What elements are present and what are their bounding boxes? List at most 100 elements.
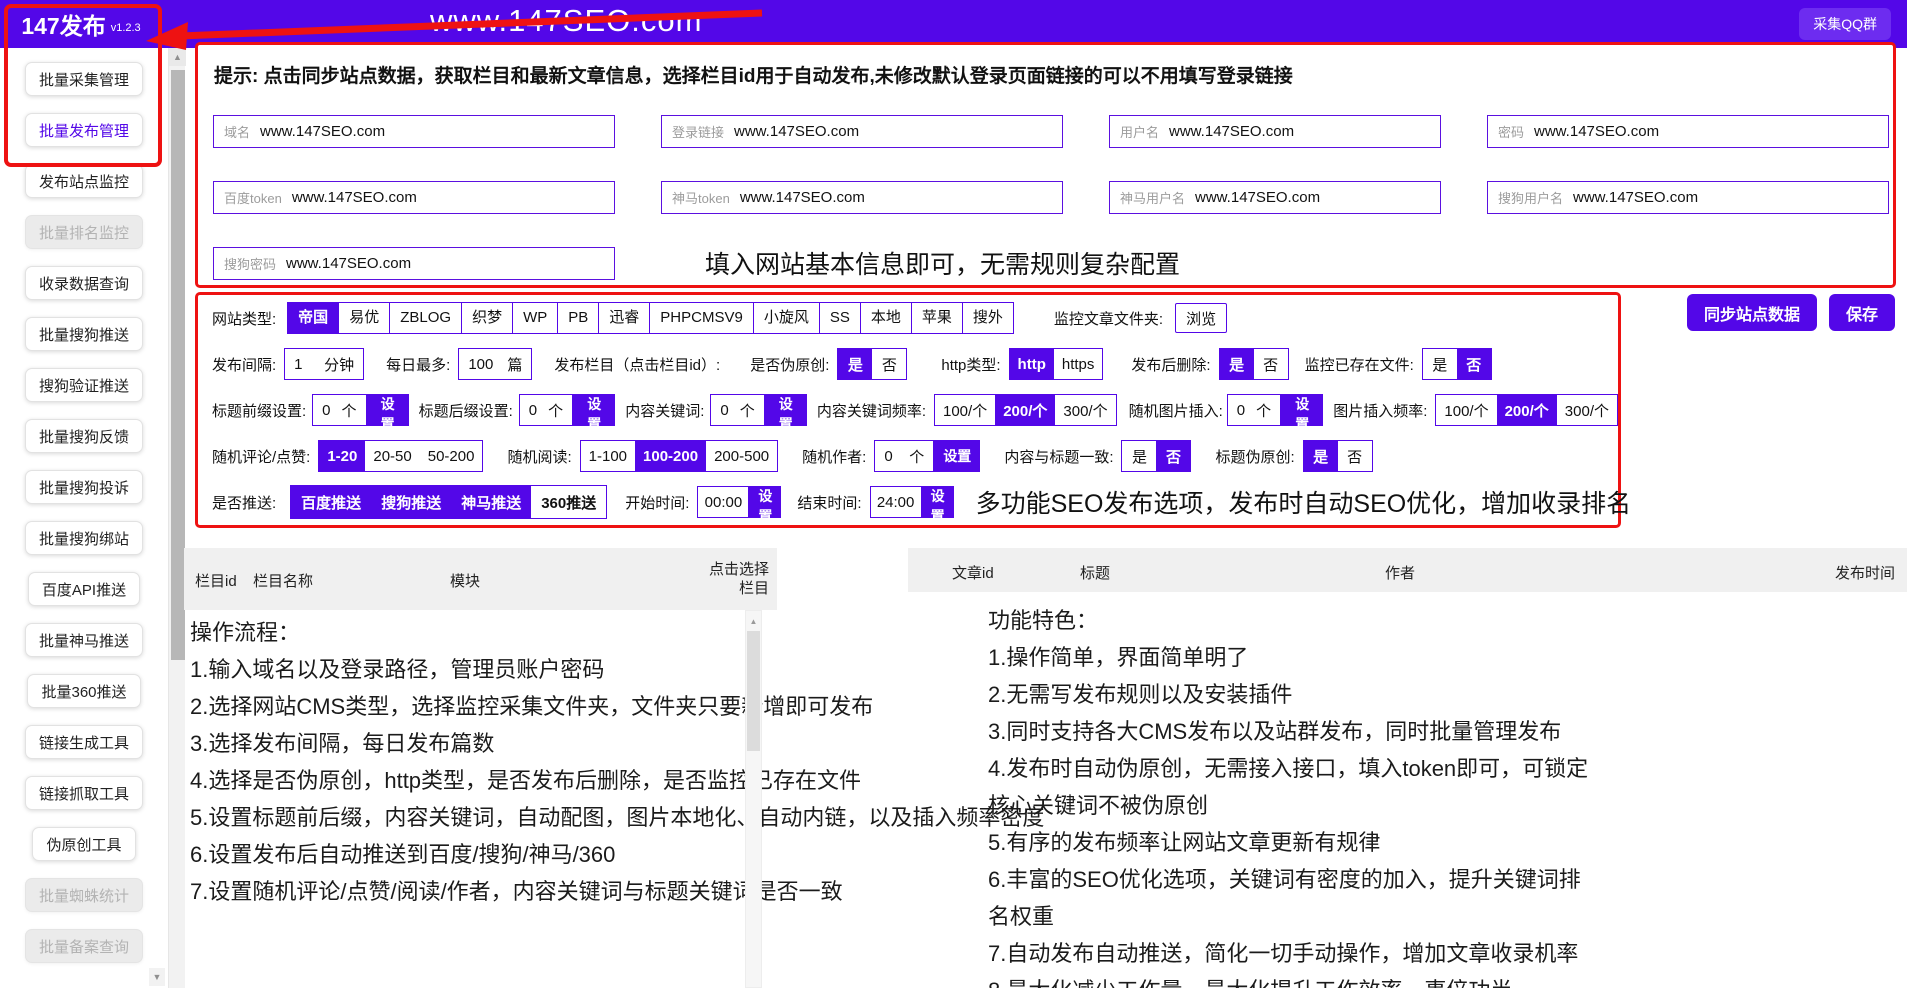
range-option[interactable]: 1-20 bbox=[319, 441, 365, 471]
scroll-up-icon[interactable]: ▲ bbox=[169, 48, 186, 66]
main-scrollbar-thumb[interactable] bbox=[171, 70, 185, 660]
sidebar-item[interactable]: 收录数据查询 bbox=[25, 266, 143, 300]
sidebar-item[interactable]: 发布站点监控 bbox=[25, 164, 143, 198]
image-frequency-options: 100/个200/个300/个 bbox=[1435, 394, 1618, 426]
range-option[interactable]: 100-200 bbox=[635, 441, 706, 471]
text-input[interactable]: 百度token www.147SEO.com bbox=[213, 181, 615, 214]
publish-settings-section: 网站类型: 帝国 易优 ZBLOG 织梦 WP PB 迅睿 PHPC bbox=[195, 292, 1621, 528]
toggle-option[interactable]: 是 bbox=[1304, 441, 1338, 471]
frequency-option[interactable]: 100/个 bbox=[1436, 395, 1496, 425]
toggle-option[interactable]: 否 bbox=[1338, 441, 1372, 471]
toggle-option[interactable]: https bbox=[1054, 349, 1103, 379]
sidebar-item[interactable]: 批量搜狗投诉 bbox=[25, 470, 143, 504]
toggle-option[interactable]: 否 bbox=[1156, 441, 1190, 471]
start-time-input[interactable]: 00:00 bbox=[697, 486, 749, 518]
frequency-option[interactable]: 300/个 bbox=[1557, 395, 1617, 425]
toggle-option[interactable]: 是 bbox=[1122, 441, 1156, 471]
toggle-option[interactable]: 是 bbox=[1220, 349, 1254, 379]
site-type-option[interactable]: 帝国 bbox=[287, 302, 339, 334]
random-author-set-button[interactable]: 设置 bbox=[934, 440, 980, 472]
push-option[interactable]: 百度推送 bbox=[291, 486, 371, 518]
site-type-option[interactable]: 本地 bbox=[860, 302, 912, 334]
range-option[interactable]: 20-50 bbox=[365, 441, 419, 471]
site-type-option[interactable]: PHPCMSV9 bbox=[649, 302, 754, 334]
push-option[interactable]: 360推送 bbox=[531, 486, 606, 518]
sidebar-item[interactable]: 百度API推送 bbox=[28, 572, 140, 606]
text-input[interactable]: 神马用户名 www.147SEO.com bbox=[1109, 181, 1441, 214]
push-option[interactable]: 搜狗推送 bbox=[371, 486, 451, 518]
sidebar-item[interactable]: 伪原创工具 bbox=[32, 827, 135, 861]
col-header-column-name: 栏目名称 bbox=[253, 570, 313, 591]
sidebar-item[interactable]: 批量神马推送 bbox=[25, 623, 143, 657]
range-option[interactable]: 200-500 bbox=[706, 441, 777, 471]
main-scrollbar[interactable]: ▲ bbox=[168, 48, 185, 988]
random-image-input[interactable]: 0 个 bbox=[1227, 394, 1281, 426]
sidebar-item[interactable]: 批量搜狗反馈 bbox=[25, 419, 143, 453]
sync-site-data-button[interactable]: 同步站点数据 bbox=[1687, 294, 1817, 331]
site-type-option[interactable]: 迅睿 bbox=[598, 302, 650, 334]
range-option[interactable]: 1-100 bbox=[581, 441, 635, 471]
workflow-scrollbar-thumb[interactable] bbox=[747, 631, 760, 751]
sogou-password-input[interactable]: 搜狗密码 www.147SEO.com bbox=[213, 247, 615, 280]
text-input[interactable]: 神马token www.147SEO.com bbox=[661, 181, 1063, 214]
text-input[interactable]: 用户名 www.147SEO.com bbox=[1109, 115, 1441, 148]
end-time-set-button[interactable]: 设置 bbox=[922, 486, 954, 518]
toggle-option[interactable]: 是 bbox=[1423, 349, 1457, 379]
text-input[interactable]: 密码 www.147SEO.com bbox=[1487, 115, 1889, 148]
frequency-option[interactable]: 100/个 bbox=[935, 395, 995, 425]
sidebar-item[interactable]: 批量发布管理 bbox=[25, 113, 143, 147]
workflow-scrollbar[interactable]: ▲ bbox=[745, 610, 762, 988]
frequency-option[interactable]: 200/个 bbox=[1497, 395, 1557, 425]
title-prefix-input[interactable]: 0 个 bbox=[312, 394, 366, 426]
qq-group-button[interactable]: 采集QQ群 bbox=[1799, 8, 1891, 40]
site-type-option[interactable]: 织梦 bbox=[461, 302, 513, 334]
start-time-set-button[interactable]: 设置 bbox=[749, 486, 781, 518]
sidebar-item[interactable]: 批量排名监控 bbox=[25, 215, 143, 249]
toggle-option[interactable]: 是 bbox=[838, 349, 872, 379]
sidebar-item[interactable]: 搜狗验证推送 bbox=[25, 368, 143, 402]
sidebar-item[interactable]: 批量备案查询 bbox=[25, 929, 143, 963]
site-type-option[interactable]: 小旋风 bbox=[753, 302, 820, 334]
sidebar-item[interactable]: 批量采集管理 bbox=[25, 62, 143, 96]
frequency-option[interactable]: 300/个 bbox=[1055, 395, 1115, 425]
title-suffix-input[interactable]: 0 个 bbox=[519, 394, 573, 426]
browse-button[interactable]: 浏览 bbox=[1175, 303, 1227, 333]
scroll-down-icon[interactable]: ▼ bbox=[149, 968, 165, 986]
daily-max-input[interactable]: 100 篇 bbox=[458, 348, 532, 380]
site-type-option[interactable]: ZBLOG bbox=[389, 302, 462, 334]
text-input[interactable]: 搜狗用户名 www.147SEO.com bbox=[1487, 181, 1889, 214]
sidebar-item[interactable]: 链接抓取工具 bbox=[25, 776, 143, 810]
sidebar-scrollbar[interactable]: ▼ bbox=[149, 48, 165, 988]
site-type-option[interactable]: SS bbox=[819, 302, 861, 334]
title-suffix-set-button[interactable]: 设置 bbox=[573, 394, 615, 426]
end-time-input[interactable]: 24:00 bbox=[870, 486, 922, 518]
random-author-input[interactable]: 0 个 bbox=[874, 440, 934, 472]
text-input[interactable]: 登录链接 www.147SEO.com bbox=[661, 115, 1063, 148]
text-input[interactable]: 域名 www.147SEO.com bbox=[213, 115, 615, 148]
save-button[interactable]: 保存 bbox=[1829, 294, 1895, 331]
frequency-option[interactable]: 200/个 bbox=[995, 395, 1055, 425]
site-type-option[interactable]: 搜外 bbox=[962, 302, 1014, 334]
toggle-option[interactable]: 否 bbox=[1457, 349, 1491, 379]
title-prefix-set-button[interactable]: 设置 bbox=[367, 394, 409, 426]
sidebar-item[interactable]: 批量搜狗绑站 bbox=[25, 521, 143, 555]
content-keywords-input[interactable]: 0 个 bbox=[710, 394, 764, 426]
sidebar-item[interactable]: 链接生成工具 bbox=[25, 725, 143, 759]
site-type-option[interactable]: WP bbox=[512, 302, 558, 334]
content-keywords-set-button[interactable]: 设置 bbox=[765, 394, 807, 426]
sidebar-item[interactable]: 批量搜狗推送 bbox=[25, 317, 143, 351]
app-header: 147发布 v1.2.3 www.147SEO.com 采集QQ群 bbox=[0, 0, 1907, 48]
sidebar-item[interactable]: 批量蜘蛛统计 bbox=[25, 878, 143, 912]
toggle-option[interactable]: 否 bbox=[872, 349, 906, 379]
site-type-option[interactable]: 苹果 bbox=[911, 302, 963, 334]
toggle-option[interactable]: http bbox=[1010, 349, 1054, 379]
interval-input[interactable]: 1 分钟 bbox=[284, 348, 364, 380]
site-type-option[interactable]: PB bbox=[557, 302, 599, 334]
toggle-option[interactable]: 否 bbox=[1254, 349, 1288, 379]
range-option[interactable]: 50-200 bbox=[420, 441, 483, 471]
push-option[interactable]: 神马推送 bbox=[451, 486, 531, 518]
sidebar-item[interactable]: 批量360推送 bbox=[27, 674, 140, 708]
scroll-up-icon[interactable]: ▲ bbox=[746, 613, 761, 629]
site-type-option[interactable]: 易优 bbox=[338, 302, 390, 334]
random-image-set-button[interactable]: 设置 bbox=[1281, 394, 1323, 426]
